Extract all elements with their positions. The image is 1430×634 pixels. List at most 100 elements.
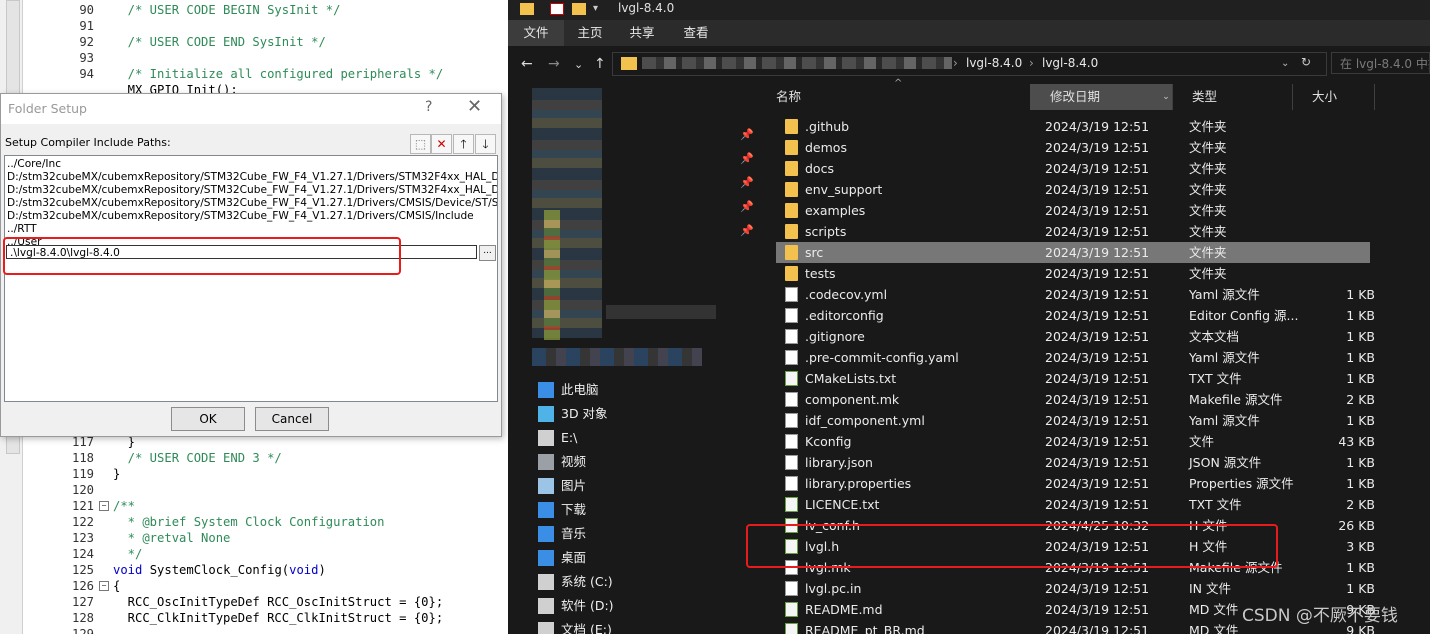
file-row[interactable]: Kconfig 2024/3/19 12:51 文件 43 KB <box>776 431 1375 452</box>
tab-share[interactable]: 共享 <box>616 20 668 46</box>
file-size: 1 KB <box>1346 371 1375 386</box>
include-paths-label: Setup Compiler Include Paths: <box>5 136 171 149</box>
recent-locations-icon[interactable]: ⌄ <box>574 58 583 71</box>
file-icon <box>785 287 798 302</box>
line-number: 91 <box>79 19 94 33</box>
tab-home[interactable]: 主页 <box>564 20 616 46</box>
line-number: 94 <box>79 67 94 81</box>
file-size: 1 KB <box>1346 350 1375 365</box>
code-text: * @retval None <box>113 531 231 545</box>
file-icon <box>785 623 798 634</box>
file-row[interactable]: docs 2024/3/19 12:51 文件夹 <box>776 158 1370 179</box>
file-list[interactable]: ^ 名称 修改日期 ⌄ 类型 大小 .github 2024/3/19 12:51… <box>746 78 1430 634</box>
browse-button[interactable]: ... <box>479 245 496 261</box>
tab-file[interactable]: 文件 <box>508 20 564 46</box>
file-row[interactable]: examples 2024/3/19 12:51 文件夹 <box>776 200 1370 221</box>
file-name: examples <box>805 203 866 218</box>
quick-access-toolbar: ▾ lvgl-8.4.0 <box>508 0 1430 20</box>
file-name: README.md <box>805 602 883 617</box>
file-date: 2024/3/19 12:51 <box>1045 371 1150 386</box>
code-text: /* USER CODE BEGIN SysInit */ <box>113 3 341 17</box>
file-name: library.json <box>805 455 873 470</box>
path-item[interactable]: D:/stm32cubeMX/cubemxRepository/STM32Cub… <box>7 171 497 184</box>
identifier: ) <box>318 563 326 577</box>
file-row[interactable]: LICENCE.txt 2024/3/19 12:51 TXT 文件 2 KB <box>776 494 1375 515</box>
properties-icon[interactable] <box>550 3 564 15</box>
file-size: 1 KB <box>1346 476 1375 491</box>
move-down-icon[interactable]: 🡓 <box>475 134 496 154</box>
this-pc-icon <box>538 382 554 398</box>
line-number: 125 <box>71 563 94 577</box>
file-name: src <box>805 245 824 260</box>
nav-item-label: 软件 (D:) <box>561 598 614 613</box>
column-name[interactable]: 名称 <box>756 84 1030 110</box>
line-number: 119 <box>71 467 94 481</box>
pin-icon: 📌 <box>740 200 754 213</box>
file-row[interactable]: scripts 2024/3/19 12:51 文件夹 <box>776 221 1370 242</box>
cancel-button[interactable]: Cancel <box>255 407 329 431</box>
help-button[interactable]: ? <box>425 99 432 115</box>
new-folder-icon[interactable] <box>572 3 586 15</box>
delete-icon[interactable]: ✕ <box>431 134 452 154</box>
file-row[interactable]: demos 2024/3/19 12:51 文件夹 <box>776 137 1370 158</box>
code-text: } <box>113 467 121 481</box>
file-row[interactable]: src 2024/3/19 12:51 文件夹 <box>776 242 1370 263</box>
navigation-pane[interactable]: 📌 📌 📌 📌 📌 此电脑 3D 对象 E:\ 视频 图片 下载 音乐 桌面 系统 (C:) 软件… <box>508 80 756 634</box>
file-type: Yaml 源文件 <box>1189 350 1260 365</box>
file-row[interactable]: component.mk 2024/3/19 12:51 Makefile 源文件 2… <box>776 389 1375 410</box>
file-date: 2024/3/19 12:51 <box>1045 350 1150 365</box>
file-row[interactable]: .github 2024/3/19 12:51 文件夹 <box>776 116 1370 137</box>
file-date: 2024/3/19 12:51 <box>1045 245 1150 260</box>
file-size: 43 KB <box>1338 434 1375 449</box>
file-row[interactable]: idf_component.yml 2024/3/19 12:51 Yaml 源文件… <box>776 410 1375 431</box>
keyword: void <box>289 563 319 577</box>
back-icon[interactable]: ← <box>521 56 533 72</box>
file-row[interactable]: .codecov.yml 2024/3/19 12:51 Yaml 源文件 1 KB <box>776 284 1375 305</box>
path-item[interactable]: D:/stm32cubeMX/cubemxRepository/STM32Cub… <box>7 197 497 210</box>
file-row[interactable]: .pre-commit-config.yaml 2024/3/19 12:51 Ya… <box>776 347 1375 368</box>
path-item[interactable]: ../Core/Inc <box>7 158 61 171</box>
file-row[interactable]: env_support 2024/3/19 12:51 文件夹 <box>776 179 1370 200</box>
column-type[interactable]: 类型 <box>1172 84 1292 110</box>
column-filter-icon[interactable]: ⌄ <box>1160 84 1172 110</box>
fold-toggle-icon[interactable]: − <box>99 581 109 591</box>
move-up-icon[interactable]: 🡑 <box>453 134 474 154</box>
customize-toolbar-icon[interactable]: ▾ <box>593 3 598 14</box>
path-item[interactable]: ../RTT <box>7 223 37 236</box>
code-text: * @brief System Clock Configuration <box>113 515 385 529</box>
file-type: MD 文件 <box>1189 623 1239 634</box>
file-date: 2024/3/19 12:51 <box>1045 602 1150 617</box>
close-button[interactable]: ✕ <box>467 96 482 117</box>
include-paths-list[interactable]: ../Core/Inc D:/stm32cubeMX/cubemxReposit… <box>4 155 498 402</box>
drive-icon <box>538 574 554 590</box>
fold-toggle-icon[interactable]: − <box>99 501 109 511</box>
column-divider[interactable] <box>1374 84 1375 110</box>
file-size: 1 KB <box>1346 308 1375 323</box>
file-row[interactable]: library.properties 2024/3/19 12:51 Propert… <box>776 473 1375 494</box>
code-text: /* USER CODE END SysInit */ <box>113 35 326 49</box>
file-row[interactable]: .editorconfig 2024/3/19 12:51 Editor Confi… <box>776 305 1375 326</box>
file-row[interactable]: library.json 2024/3/19 12:51 JSON 源文件 1 KB <box>776 452 1375 473</box>
column-size[interactable]: 大小 <box>1292 84 1374 110</box>
file-name: README_pt_BR.md <box>805 623 925 634</box>
breadcrumb-item[interactable]: lvgl-8.4.0 <box>966 56 1022 70</box>
new-icon[interactable]: ⬚ <box>410 134 431 154</box>
tab-view[interactable]: 查看 <box>668 20 724 46</box>
address-dropdown-icon[interactable]: ⌄ <box>1281 58 1289 69</box>
up-icon[interactable]: ↑ <box>594 56 606 72</box>
file-row[interactable]: .gitignore 2024/3/19 12:51 文本文档 1 KB <box>776 326 1375 347</box>
breadcrumb-item[interactable]: lvgl-8.4.0 <box>1042 56 1098 70</box>
file-row[interactable]: CMakeLists.txt 2024/3/19 12:51 TXT 文件 1 KB <box>776 368 1375 389</box>
file-row[interactable]: lvgl.pc.in 2024/3/19 12:51 IN 文件 1 KB <box>776 578 1375 599</box>
search-input[interactable]: 在 lvgl-8.4.0 中搜 <box>1331 52 1430 74</box>
file-icon <box>785 350 798 365</box>
path-item[interactable]: D:/stm32cubeMX/cubemxRepository/STM32Cub… <box>7 210 474 223</box>
file-date: 2024/3/19 12:51 <box>1045 581 1150 596</box>
path-item[interactable]: D:/stm32cubeMX/cubemxRepository/STM32Cub… <box>7 184 497 197</box>
refresh-icon[interactable]: ↻ <box>1301 55 1311 69</box>
file-name: LICENCE.txt <box>805 497 880 512</box>
column-date[interactable]: 修改日期 <box>1030 84 1160 110</box>
file-row[interactable]: tests 2024/3/19 12:51 文件夹 <box>776 263 1370 284</box>
ok-button[interactable]: OK <box>171 407 245 431</box>
forward-icon[interactable]: → <box>548 56 560 72</box>
